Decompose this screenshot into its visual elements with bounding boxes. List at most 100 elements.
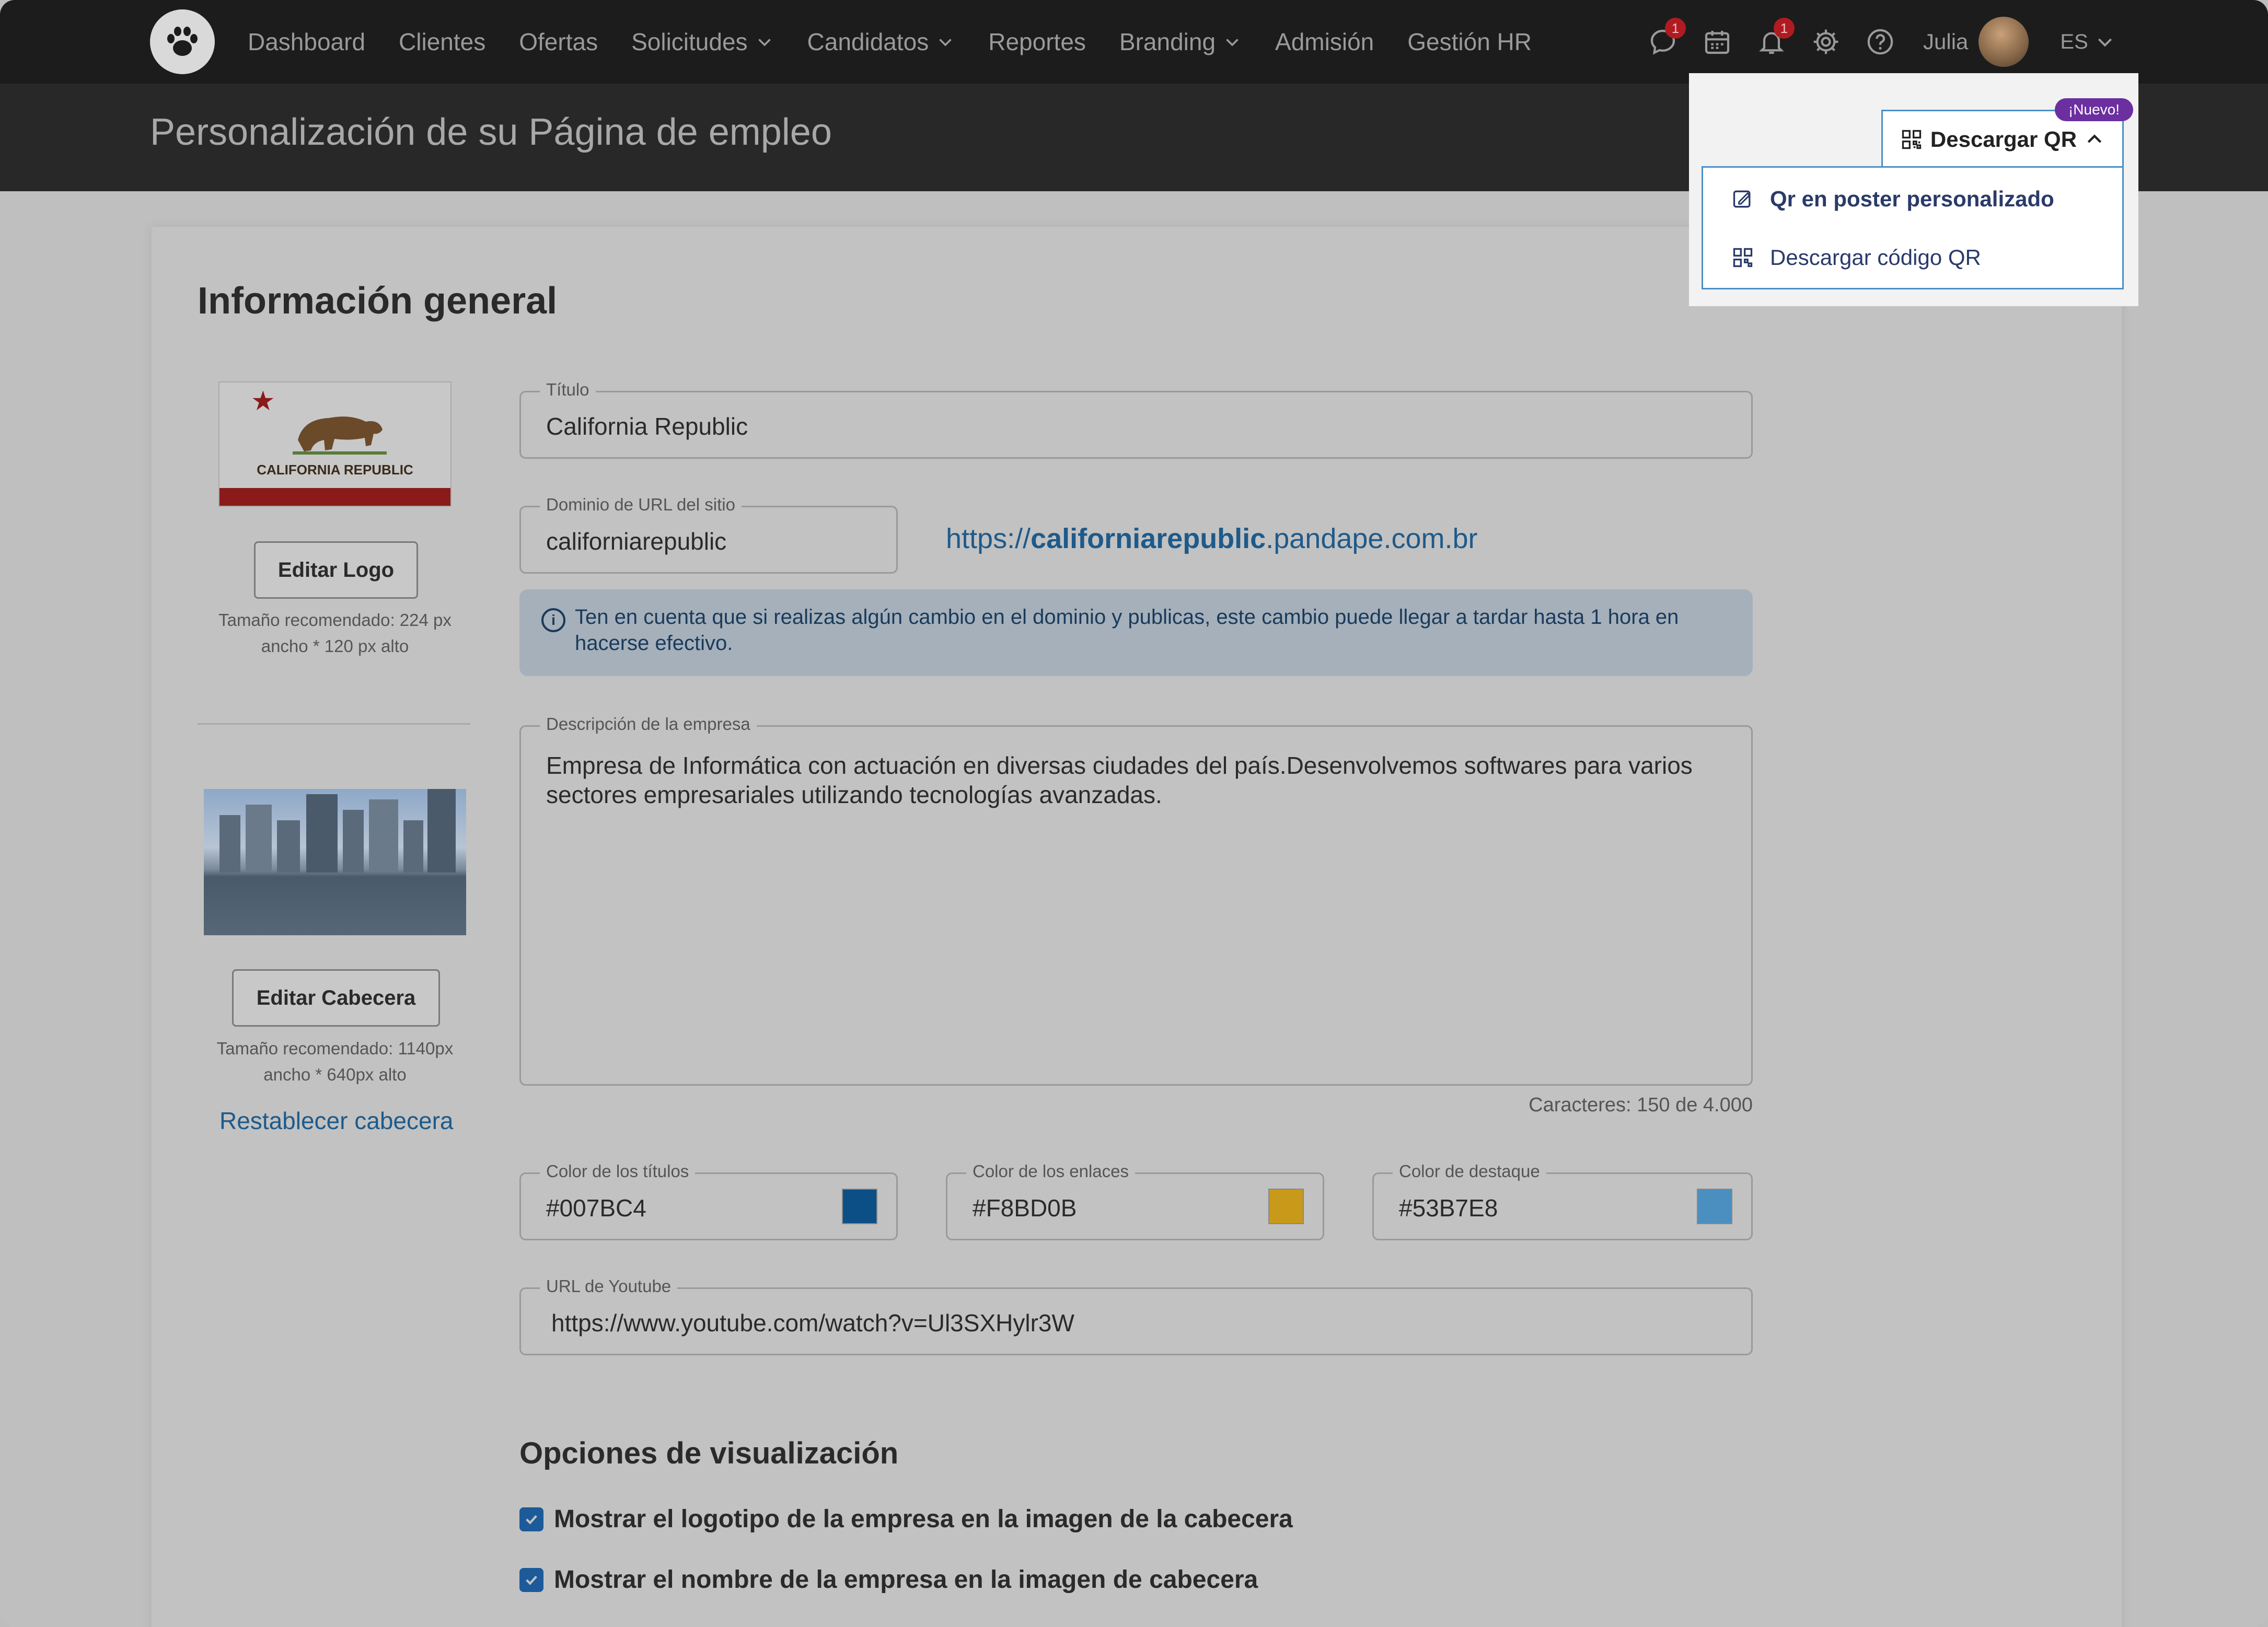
- nav-label: Solicitudes: [631, 28, 748, 55]
- show-name-option[interactable]: Mostrar el nombre de la empresa en la im…: [519, 1565, 1258, 1594]
- title-color-value: #007BC4: [546, 1194, 646, 1222]
- chevron-down-icon: [2098, 38, 2112, 47]
- nav-label: Dashboard: [248, 28, 366, 55]
- site-url-link[interactable]: https://californiarepublic.pandape.com.b…: [946, 522, 1477, 555]
- chevron-down-icon: [939, 39, 952, 47]
- youtube-value: https://www.youtube.com/watch?v=Ul3SXHyl…: [551, 1309, 1074, 1337]
- domain-info-alert: i Ten en cuenta que si realizas algún ca…: [519, 589, 1753, 676]
- main-nav: Dashboard Clientes Ofertas Solicitudes C…: [248, 0, 1565, 84]
- nav-solicitudes[interactable]: Solicitudes: [631, 28, 773, 56]
- nav-label: Candidatos: [807, 28, 929, 55]
- info-icon: i: [541, 608, 565, 632]
- download-qr-code-label: Descargar código QR: [1770, 245, 1981, 270]
- calendar-icon[interactable]: [1700, 25, 1734, 59]
- flag-text: CALIFORNIA REPUBLIC: [257, 462, 413, 478]
- new-badge: ¡Nuevo!: [2055, 98, 2133, 121]
- edit-logo-button[interactable]: Editar Logo: [254, 541, 418, 599]
- link-color-field[interactable]: Color de los enlaces #F8BD0B: [946, 1161, 1324, 1240]
- link-color-value: #F8BD0B: [973, 1194, 1077, 1222]
- qr-code-icon: [1902, 130, 1922, 149]
- nav-label: Admisión: [1275, 28, 1374, 55]
- page-title: Personalización de su Página de empleo: [150, 111, 832, 153]
- user-name[interactable]: Julia: [1923, 29, 1968, 54]
- avatar[interactable]: [1978, 17, 2029, 67]
- nav-reportes[interactable]: Reportes: [988, 28, 1086, 56]
- reset-header-link[interactable]: Restablecer cabecera: [219, 1107, 453, 1135]
- title-color-label: Color de los títulos: [540, 1161, 696, 1181]
- domain-field-value: californiarepublic: [546, 528, 727, 555]
- section-title: Información general: [198, 280, 558, 322]
- chevron-down-icon: [1226, 39, 1239, 47]
- show-logo-option[interactable]: Mostrar el logotipo de la empresa en la …: [519, 1505, 1293, 1533]
- description-label: Descripción de la empresa: [540, 714, 757, 734]
- link-color-swatch[interactable]: [1268, 1189, 1304, 1224]
- download-qr-label: Descargar QR: [1930, 126, 2077, 152]
- language-selector[interactable]: ES: [2060, 30, 2115, 54]
- highlight-color-value: #53B7E8: [1399, 1194, 1498, 1222]
- highlight-color-field[interactable]: Color de destaque #53B7E8: [1372, 1161, 1753, 1240]
- nav-branding[interactable]: Branding: [1119, 28, 1242, 56]
- chat-icon[interactable]: 1: [1646, 18, 1686, 59]
- domain-field-label: Dominio de URL del sitio: [540, 495, 742, 515]
- chevron-down-icon: [758, 39, 771, 47]
- nav-label: Ofertas: [519, 28, 598, 55]
- url-domain: californiarepublic: [1031, 523, 1266, 554]
- description-value: Empresa de Informática con actuación en …: [546, 752, 1693, 808]
- chevron-up-icon: [2087, 134, 2102, 143]
- show-name-label: Mostrar el nombre de la empresa en la im…: [554, 1566, 1258, 1594]
- nav-dashboard[interactable]: Dashboard: [248, 28, 365, 56]
- divider: [198, 723, 470, 725]
- help-icon[interactable]: [1864, 25, 1897, 59]
- nav-label: Gestión HR: [1407, 28, 1532, 55]
- language-label: ES: [2060, 30, 2088, 53]
- download-qr-code-option[interactable]: Descargar código QR: [1703, 228, 2122, 287]
- checkbox-checked[interactable]: [519, 1567, 543, 1592]
- qr-poster-option[interactable]: Qr en poster personalizado: [1703, 170, 2122, 228]
- bell-icon[interactable]: 1: [1755, 18, 1795, 59]
- nav-admision[interactable]: Admisión: [1275, 28, 1374, 56]
- star-icon: ★: [251, 386, 275, 416]
- nav-label: Branding: [1119, 28, 1216, 55]
- top-navbar: Dashboard Clientes Ofertas Solicitudes C…: [0, 0, 2268, 84]
- nav-right-tools: 1 1 Julia ES: [1646, 0, 2115, 84]
- bear-icon: [293, 416, 387, 455]
- highlight-color-label: Color de destaque: [1393, 1161, 1546, 1181]
- title-color-swatch[interactable]: [842, 1189, 877, 1224]
- flag-stripe: [219, 488, 450, 506]
- gear-icon[interactable]: [1809, 25, 1843, 59]
- url-suffix: .pandape.com.br: [1266, 523, 1478, 554]
- poster-icon: [1733, 190, 1751, 208]
- check-icon: [526, 1515, 537, 1525]
- paw-logo-icon[interactable]: [150, 9, 215, 74]
- company-logo: ★ CALIFORNIA REPUBLIC: [218, 381, 452, 507]
- youtube-url-field[interactable]: URL de Youtube https://www.youtube.com/w…: [519, 1276, 1753, 1355]
- show-logo-label: Mostrar el logotipo de la empresa en la …: [554, 1505, 1293, 1533]
- nav-candidatos[interactable]: Candidatos: [807, 28, 955, 56]
- domain-field[interactable]: Dominio de URL del sitio californiarepub…: [519, 495, 898, 574]
- notification-badge: 1: [1774, 18, 1795, 39]
- nav-clientes[interactable]: Clientes: [399, 28, 485, 56]
- char-counter: Caracteres: 150 de 4.000: [1529, 1094, 1753, 1116]
- header-image: [204, 789, 466, 935]
- app-window: Dashboard Clientes Ofertas Solicitudes C…: [0, 0, 2268, 1627]
- title-color-field[interactable]: Color de los títulos #007BC4: [519, 1161, 898, 1240]
- nav-label: Clientes: [399, 28, 486, 55]
- checkbox-checked[interactable]: [519, 1507, 543, 1531]
- nav-gestion-hr[interactable]: Gestión HR: [1407, 28, 1532, 56]
- header-size-hint: Tamaño recomendado: 1140px ancho * 640px…: [216, 1039, 454, 1084]
- youtube-label: URL de Youtube: [540, 1276, 678, 1296]
- notification-badge: 1: [1665, 18, 1686, 39]
- description-textarea[interactable]: Descripción de la empresa Empresa de Inf…: [519, 714, 1753, 1086]
- qr-poster-label: Qr en poster personalizado: [1770, 187, 2054, 211]
- title-field[interactable]: Título California Republic: [519, 380, 1753, 459]
- nav-label: Reportes: [988, 28, 1086, 55]
- url-prefix: https://: [946, 523, 1031, 554]
- title-field-label: Título: [540, 380, 596, 400]
- qr-code-icon: [1733, 248, 1753, 268]
- logo-size-hint: Tamaño recomendado: 224 px ancho * 120 p…: [218, 610, 452, 656]
- highlight-color-swatch[interactable]: [1697, 1189, 1732, 1224]
- edit-header-button[interactable]: Editar Cabecera: [232, 969, 440, 1027]
- nav-ofertas[interactable]: Ofertas: [519, 28, 598, 56]
- info-text: Ten en cuenta que si realizas algún camb…: [575, 606, 1679, 655]
- display-options-title: Opciones de visualización: [519, 1436, 899, 1470]
